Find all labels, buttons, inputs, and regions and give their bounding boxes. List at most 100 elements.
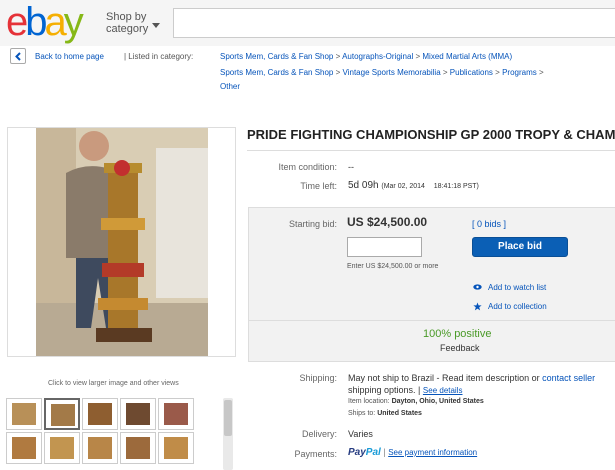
thumbnail-6[interactable] — [6, 432, 42, 464]
add-to-collection-link[interactable]: Add to collection — [488, 302, 547, 311]
place-bid-button[interactable]: Place bid — [472, 237, 568, 257]
breadcrumb-autographs[interactable]: Autographs-Original — [342, 52, 413, 61]
thumbnail-image — [12, 403, 36, 425]
breadcrumb-separator: > — [539, 68, 544, 77]
shipping-options-text: shipping options. | — [348, 385, 421, 395]
shipping-line-1: May not ship to Brazil - Read item descr… — [348, 373, 595, 383]
breadcrumb-mma[interactable]: Mixed Martial Arts (MMA) — [422, 52, 512, 61]
thumbnail-3[interactable] — [82, 398, 118, 430]
chevron-down-icon — [152, 23, 160, 28]
breadcrumb-row-1: Sports Mem, Cards & Fan Shop > Autograph… — [220, 52, 512, 62]
shipping-text: May not ship to Brazil - Read item descr… — [348, 373, 540, 383]
click-to-view-note: Click to view larger image and other vie… — [48, 380, 179, 387]
paypal-logo: PayPal — [348, 447, 381, 458]
breadcrumb-programs[interactable]: Programs — [502, 68, 537, 77]
breadcrumb-row-2: Sports Mem, Cards & Fan Shop > Vintage S… — [220, 68, 544, 78]
item-photo[interactable] — [36, 128, 208, 356]
shop-by-category-button[interactable]: Shop by category — [106, 11, 160, 35]
back-button[interactable] — [10, 48, 26, 64]
starting-bid-label: Starting bid: — [288, 219, 337, 229]
shipping-label: Shipping: — [299, 373, 337, 383]
time-left-time: 18:41:18 PST) — [433, 183, 479, 190]
delivery-label: Delivery: — [301, 429, 337, 439]
eye-icon — [473, 284, 482, 290]
breadcrumb-separator: > — [442, 68, 448, 77]
thumbnail-8[interactable] — [82, 432, 118, 464]
bid-amount-input[interactable] — [347, 237, 422, 257]
thumbnail-image — [126, 437, 150, 459]
breadcrumb-vintage[interactable]: Vintage Sports Memorabilia — [343, 68, 441, 77]
item-condition-label: Item condition: — [278, 162, 337, 172]
paypal-logo-part-2: Pal — [365, 447, 381, 458]
thumbnail-image — [51, 404, 75, 426]
ships-to-label: Ships to: — [348, 410, 376, 417]
breadcrumb-other[interactable]: Other — [220, 82, 240, 91]
contact-seller-link[interactable]: contact seller — [542, 373, 595, 383]
breadcrumb-separator: > — [415, 52, 421, 61]
shipping-line-2: shipping options. | See details — [348, 385, 463, 395]
ebay-logo[interactable]: ebay — [6, 0, 84, 44]
time-left-duration: 5d 09h — [348, 180, 379, 191]
thumbnail-scrollbar[interactable] — [223, 398, 233, 470]
thumbnail-5[interactable] — [158, 398, 194, 430]
bids-count-link[interactable]: [ 0 bids ] — [472, 219, 506, 229]
see-details-link[interactable]: See details — [423, 386, 463, 395]
search-input[interactable] — [173, 8, 615, 38]
logo-letter-a: a — [44, 0, 67, 44]
seller-positive-rating: 100% positive — [423, 328, 492, 340]
breadcrumb-separator: > — [335, 68, 341, 77]
starting-bid-price: US $24,500.00 — [347, 215, 428, 229]
header-bar: ebay Shop by category — [0, 0, 615, 46]
thumbnail-10[interactable] — [158, 432, 194, 464]
thumbnail-7[interactable] — [44, 432, 80, 464]
back-to-home-link[interactable]: Back to home page — [35, 52, 104, 62]
breadcrumb-publications[interactable]: Publications — [450, 68, 493, 77]
time-left-label: Time left: — [300, 181, 337, 191]
listed-in-label: | Listed in category: — [124, 52, 194, 61]
thumbnail-4[interactable] — [120, 398, 156, 430]
thumbnail-9[interactable] — [120, 432, 156, 464]
thumbnail-image — [126, 403, 150, 425]
thumbnail-image — [88, 403, 112, 425]
logo-letter-y: y — [63, 0, 84, 44]
breadcrumb-separator: > — [335, 52, 341, 61]
breadcrumb-sports-mem[interactable]: Sports Mem, Cards & Fan Shop — [220, 52, 333, 61]
payments-label: Payments: — [294, 449, 337, 459]
item-location: Item location: Dayton, Ohio, United Stat… — [348, 398, 484, 405]
thumbnail-image — [164, 437, 188, 459]
star-icon — [473, 302, 482, 311]
category-label: category — [106, 23, 149, 35]
thumbnail-image — [164, 403, 188, 425]
thumbnail-image — [50, 437, 74, 459]
logo-letter-e: e — [6, 0, 28, 44]
ships-to-value: United States — [377, 410, 422, 417]
time-left-date: (Mar 02, 2014 — [381, 183, 425, 190]
item-condition-value: -- — [348, 162, 354, 172]
shop-by-label: Shop by — [106, 11, 147, 23]
time-left-value: 5d 09h (Mar 02, 2014 18:41:18 PST) — [348, 180, 479, 191]
thumbnail-2[interactable] — [44, 398, 80, 430]
delivery-value: Varies — [348, 429, 373, 439]
enter-amount-note: Enter US $24,500.00 or more — [347, 263, 439, 270]
logo-letter-b: b — [25, 0, 47, 44]
breadcrumb-sports-mem-2[interactable]: Sports Mem, Cards & Fan Shop — [220, 68, 333, 77]
main-image-frame — [7, 127, 236, 357]
item-location-label: Item location: — [348, 398, 390, 405]
thumbnail-image — [12, 437, 36, 459]
title-divider — [247, 150, 615, 151]
breadcrumb-row-3: Other — [220, 82, 240, 92]
breadcrumb-separator: > — [495, 68, 500, 77]
scrollbar-thumb[interactable] — [224, 400, 232, 436]
chevron-left-icon — [15, 52, 21, 61]
see-payment-info-link[interactable]: See payment information — [388, 448, 477, 457]
add-to-watch-list-link[interactable]: Add to watch list — [488, 283, 546, 292]
paypal-logo-part-1: Pay — [348, 447, 366, 458]
thumbnail-image — [88, 437, 112, 459]
thumbnail-1[interactable] — [6, 398, 42, 430]
item-location-value: Dayton, Ohio, United States — [391, 398, 484, 405]
ships-to: Ships to: United States — [348, 410, 422, 417]
item-title: PRIDE FIGHTING CHAMPIONSHIP GP 2000 TROP… — [247, 127, 615, 142]
bid-panel-divider — [249, 320, 615, 321]
seller-feedback-label[interactable]: Feedback — [440, 343, 480, 353]
payments-value: PayPal | See payment information — [348, 447, 478, 458]
